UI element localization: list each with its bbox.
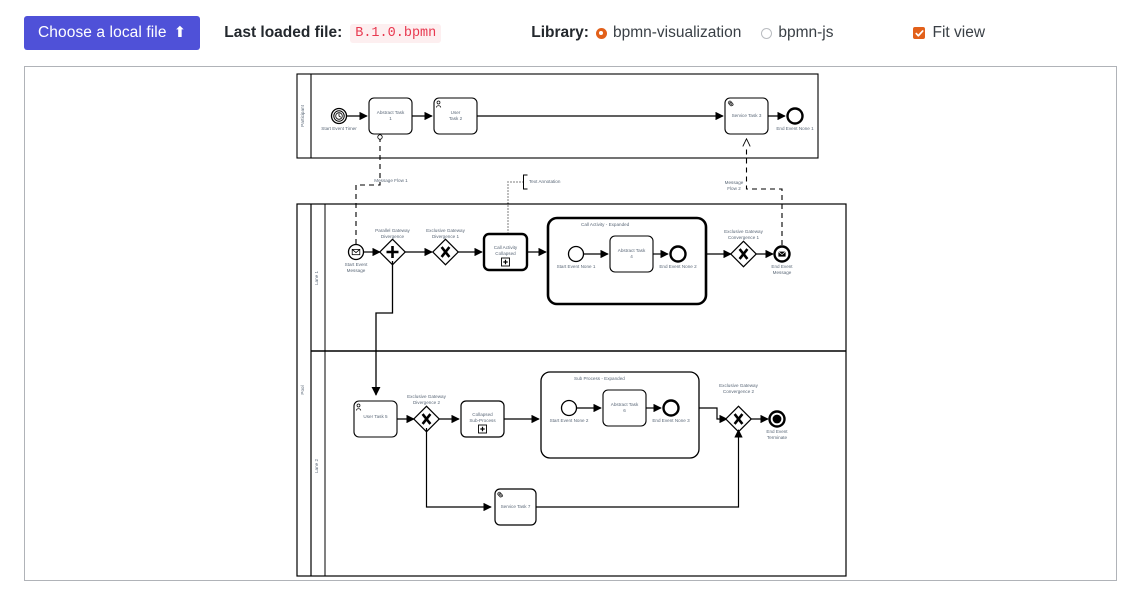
exclusive-gateway-divergence-2[interactable]: Exclusive Gateway Divergence 2 bbox=[407, 394, 447, 433]
participant-pool-label: Participant bbox=[300, 104, 305, 126]
exclusive-gateway-divergence-2-label-line2: Divergence 2 bbox=[413, 400, 441, 405]
service-task-7-label: Service Task 7 bbox=[501, 504, 531, 509]
start-event-message-label-line2: Message bbox=[347, 268, 366, 273]
start-event-timer[interactable]: Start Event Timer bbox=[321, 107, 357, 132]
last-loaded-file-value: B.1.0.bpmn bbox=[350, 23, 442, 43]
exclusive-gateway-divergence-2-label-line1: Exclusive Gateway bbox=[407, 394, 447, 399]
radio-bpmn-visualization[interactable]: bpmn-visualization bbox=[595, 24, 742, 42]
abstract-task-6[interactable]: Abstract Task 6 bbox=[602, 389, 647, 427]
exclusive-gateway-divergence-1-label-line2: Divergence 1 bbox=[432, 234, 460, 239]
end-event-none-1-label: End Event None 1 bbox=[776, 126, 814, 131]
message-flow-2-label-line1: Message bbox=[725, 180, 744, 185]
fit-view-group[interactable]: Fit view bbox=[913, 24, 985, 42]
abstract-task-4-label-line1: Abstract Task bbox=[618, 248, 646, 253]
message-flow-2-label-line2: Flow 2 bbox=[727, 186, 741, 191]
last-loaded-file-group: Last loaded file: B.1.0.bpmn bbox=[224, 23, 442, 43]
exclusive-gateway-divergence-1[interactable]: Exclusive Gateway Divergence 1 bbox=[426, 228, 466, 266]
text-annotation-label: Text Annotation bbox=[529, 179, 561, 184]
start-event-timer-label: Start Event Timer bbox=[321, 126, 357, 131]
radio-bpmn-visualization-label: bpmn-visualization bbox=[612, 24, 742, 41]
library-group: Library: bpmn-visualization bpmn-js bbox=[531, 24, 833, 42]
radio-selected-icon[interactable] bbox=[595, 27, 607, 39]
collapsed-sub-process-label-line1: Collapsed bbox=[472, 412, 493, 417]
start-event-none-2-label: Start Event None 2 bbox=[550, 418, 589, 423]
call-activity-expanded-label: Call Activity - Expanded bbox=[581, 222, 630, 227]
start-event-none-1-label: Start Event None 1 bbox=[557, 264, 596, 269]
end-event-none-1[interactable]: End Event None 1 bbox=[776, 107, 814, 132]
bpmn-diagram[interactable]: Participant Start Event Timer Abstract T… bbox=[25, 67, 1117, 581]
fit-view-label: Fit view bbox=[932, 24, 986, 41]
parallel-gateway-divergence-label-line2: Divergence bbox=[381, 234, 405, 239]
start-event-message[interactable]: Start Event Message bbox=[345, 243, 368, 274]
user-task-5-label: User Task 5 bbox=[363, 414, 388, 419]
user-task-2[interactable]: User Task 2 bbox=[433, 97, 478, 135]
radio-bpmn-js[interactable]: bpmn-js bbox=[761, 24, 833, 42]
abstract-task-1-label-line1: Abstract Task bbox=[377, 110, 405, 115]
library-label: Library: bbox=[531, 24, 589, 41]
call-activity-collapsed-label-line2: Collapsed bbox=[495, 251, 516, 256]
end-event-terminate-label-line1: End Event bbox=[766, 429, 788, 434]
parallel-gateway-divergence[interactable]: Parallel Gateway Divergence bbox=[375, 228, 411, 266]
sub-process-expanded-label: Sub Process - Expanded bbox=[574, 376, 625, 381]
collapsed-sub-process-label-line2: Sub-Process bbox=[469, 418, 496, 423]
start-event-message-label-line1: Start Event bbox=[345, 262, 368, 267]
abstract-task-6-label-line1: Abstract Task bbox=[611, 402, 639, 407]
upload-icon: ⬆ bbox=[173, 24, 187, 41]
call-activity-expanded[interactable]: Call Activity - Expanded Start Event Non… bbox=[546, 216, 708, 306]
exclusive-gateway-convergence-2-label-line1: Exclusive Gateway bbox=[719, 383, 759, 388]
end-event-none-2-label: End Event None 2 bbox=[659, 264, 697, 269]
end-event-terminate-label-line2: Terminate bbox=[767, 435, 788, 440]
main-pool-label: Pool bbox=[300, 385, 305, 394]
abstract-task-1-label-line2: 1 bbox=[389, 116, 392, 121]
exclusive-gateway-convergence-1-label-line1: Exclusive Gateway bbox=[724, 229, 764, 234]
exclusive-gateway-divergence-1-label-line1: Exclusive Gateway bbox=[426, 228, 466, 233]
collapsed-sub-process[interactable]: Collapsed Sub-Process bbox=[460, 400, 505, 438]
last-loaded-file-label: Last loaded file: bbox=[224, 24, 343, 41]
radio-unselected-icon[interactable] bbox=[761, 27, 773, 39]
call-activity-collapsed[interactable]: Call Activity Collapsed bbox=[482, 232, 529, 272]
radio-bpmn-js-label: bpmn-js bbox=[778, 24, 834, 41]
lane-1-label: Lane 1 bbox=[314, 271, 319, 285]
end-event-terminate[interactable]: End Event Terminate bbox=[766, 410, 788, 441]
user-task-2-label-line1: User bbox=[451, 110, 461, 115]
sub-process-expanded[interactable]: Sub Process - Expanded Start Event None … bbox=[540, 371, 700, 459]
user-task-2-label-line2: Task 2 bbox=[449, 116, 463, 121]
exclusive-gateway-convergence-1-label-line2: Convergence 1 bbox=[728, 235, 760, 240]
toolbar: Choose a local file ⬆ Last loaded file: … bbox=[0, 0, 1140, 66]
abstract-task-4-label-line2: 4 bbox=[630, 254, 633, 259]
end-event-message-label-line2: Message bbox=[773, 270, 792, 275]
service-task-3-label: Service Task 3 bbox=[732, 113, 762, 118]
bpmn-viewer-canvas[interactable]: Participant Start Event Timer Abstract T… bbox=[24, 66, 1117, 581]
service-task-3[interactable]: Service Task 3 bbox=[724, 97, 769, 135]
message-flow-1-label: Message Flow 1 bbox=[374, 178, 408, 183]
end-event-message[interactable]: End Event Message bbox=[771, 245, 793, 276]
exclusive-gateway-convergence-1[interactable]: Exclusive Gateway Convergence 1 bbox=[724, 229, 764, 268]
service-task-7[interactable]: Service Task 7 bbox=[494, 488, 537, 526]
user-task-5[interactable]: User Task 5 bbox=[353, 400, 398, 438]
abstract-task-6-label-line2: 6 bbox=[623, 408, 626, 413]
choose-local-file-label: Choose a local file bbox=[38, 23, 167, 41]
checkbox-checked-icon[interactable] bbox=[913, 27, 926, 39]
abstract-task-4[interactable]: Abstract Task 4 bbox=[609, 235, 654, 273]
call-activity-collapsed-label-line1: Call Activity bbox=[494, 245, 518, 250]
exclusive-gateway-convergence-2[interactable]: Exclusive Gateway Convergence 2 bbox=[719, 383, 759, 433]
lane-2-label: Lane 2 bbox=[314, 459, 319, 473]
choose-local-file-button[interactable]: Choose a local file ⬆ bbox=[24, 15, 201, 51]
end-event-message-label-line1: End Event bbox=[771, 264, 793, 269]
abstract-task-1[interactable]: Abstract Task 1 bbox=[368, 97, 413, 135]
end-event-none-3-label: End Event None 3 bbox=[652, 418, 690, 423]
exclusive-gateway-convergence-2-label-line2: Convergence 2 bbox=[723, 389, 755, 394]
parallel-gateway-divergence-label-line1: Parallel Gateway bbox=[375, 228, 410, 233]
